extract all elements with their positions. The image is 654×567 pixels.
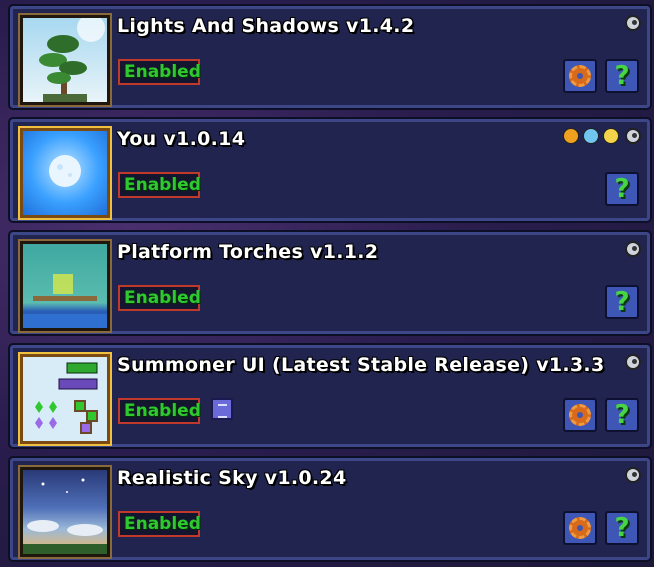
enabled-toggle[interactable]: Enabled xyxy=(118,398,201,424)
sky-thumbnail xyxy=(18,465,112,559)
mod-item-summoner-ui[interactable]: Summoner UI (Latest Stable Release) v1.3… xyxy=(8,343,652,449)
gear-icon xyxy=(569,65,591,87)
steam-icon xyxy=(625,241,641,257)
tree-icon xyxy=(39,18,105,102)
mod-title: Summoner UI (Latest Stable Release) v1.3… xyxy=(117,354,605,376)
help-button[interactable]: ? xyxy=(605,172,639,206)
config-button[interactable] xyxy=(563,59,597,93)
steam-icon xyxy=(625,15,641,31)
mod-title: You v1.0.14 xyxy=(117,128,246,150)
config-button[interactable] xyxy=(563,398,597,432)
moon-icon xyxy=(49,155,81,187)
clock-icon xyxy=(603,128,619,144)
sun-icon xyxy=(563,128,579,144)
help-button[interactable]: ? xyxy=(605,511,639,545)
tree-thumbnail xyxy=(18,13,112,107)
enabled-toggle[interactable]: Enabled xyxy=(118,59,201,85)
question-icon: ? xyxy=(614,513,630,543)
enabled-toggle[interactable]: Enabled xyxy=(118,285,201,311)
mod-item-lights-and-shadows[interactable]: Lights And Shadows v1.4.2 Enabled ? xyxy=(8,4,652,110)
gear-icon xyxy=(569,404,591,426)
mod-item-you[interactable]: You v1.0.14 Enabled ? xyxy=(8,117,652,223)
steam-icon xyxy=(625,128,641,144)
help-button[interactable]: ? xyxy=(605,398,639,432)
steam-icon xyxy=(625,467,641,483)
help-button[interactable]: ? xyxy=(605,59,639,93)
question-icon: ? xyxy=(614,400,630,430)
gear-icon xyxy=(569,517,591,539)
cloud-icon xyxy=(583,128,599,144)
mod-title: Platform Torches v1.1.2 xyxy=(117,241,379,263)
mod-item-platform-torches[interactable]: Platform Torches v1.1.2 Enabled ? xyxy=(8,230,652,336)
platform-thumbnail xyxy=(18,239,112,333)
mod-title: Lights And Shadows v1.4.2 xyxy=(117,15,415,37)
question-icon: ? xyxy=(614,174,630,204)
enabled-toggle[interactable]: Enabled xyxy=(118,511,201,537)
enabled-toggle[interactable]: Enabled xyxy=(118,172,201,198)
mod-item-realistic-sky[interactable]: Realistic Sky v1.0.24 Enabled ? xyxy=(8,456,652,562)
mod-title: Realistic Sky v1.0.24 xyxy=(117,467,347,489)
question-icon: ? xyxy=(614,287,630,317)
steam-icon xyxy=(625,354,641,370)
help-button[interactable]: ? xyxy=(605,285,639,319)
summoner-ui-thumbnail xyxy=(18,352,112,446)
question-icon: ? xyxy=(614,61,630,91)
moon-thumbnail xyxy=(18,126,112,220)
summoner-ui-icon xyxy=(35,362,98,434)
config-button[interactable] xyxy=(563,511,597,545)
torch-platform-icon xyxy=(23,274,107,328)
sky-icon xyxy=(23,478,107,554)
mod-side-icons xyxy=(563,128,619,144)
more-info-icon[interactable] xyxy=(211,398,233,420)
